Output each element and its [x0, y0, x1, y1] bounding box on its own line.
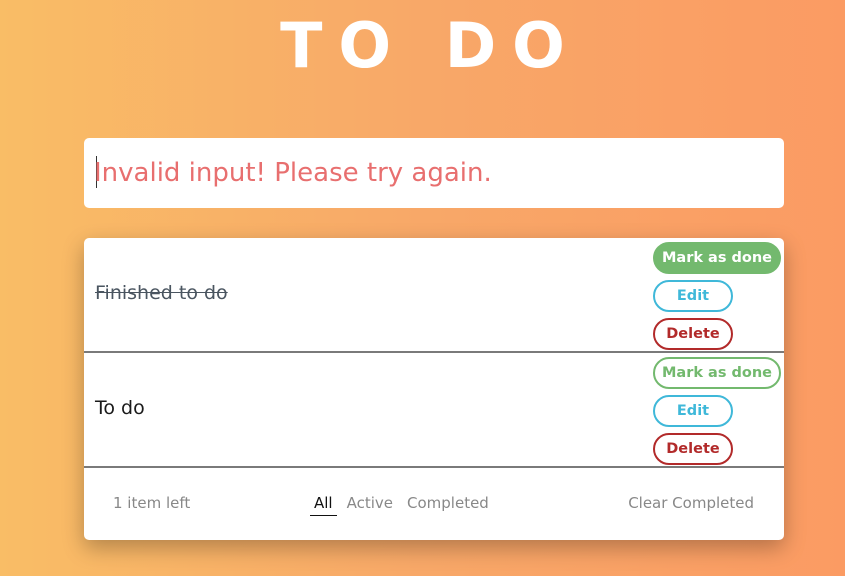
filter-group: All Active Completed: [310, 494, 493, 516]
edit-button[interactable]: Edit: [653, 280, 733, 312]
todo-input-container: [84, 138, 784, 208]
filter-completed[interactable]: Completed: [403, 494, 493, 516]
filter-active[interactable]: Active: [343, 494, 397, 516]
delete-button[interactable]: Delete: [653, 318, 733, 350]
mark-as-done-button[interactable]: Mark as done: [653, 242, 781, 274]
todo-footer: 1 item left All Active Completed Clear C…: [84, 470, 784, 540]
todo-input[interactable]: [94, 138, 774, 208]
mark-as-done-button[interactable]: Mark as done: [653, 357, 781, 389]
items-left-count: 1 item left: [113, 494, 191, 512]
app-title: TO DO: [280, 9, 581, 82]
edit-button[interactable]: Edit: [653, 395, 733, 427]
todo-item: Finished to do Mark as done Edit Delete: [84, 238, 784, 353]
filter-all[interactable]: All: [310, 494, 337, 516]
todo-list: Finished to do Mark as done Edit Delete …: [84, 238, 784, 540]
todo-item: To do Mark as done Edit Delete: [84, 353, 784, 468]
todo-item-text: Finished to do: [95, 282, 228, 304]
todo-item-text: To do: [95, 397, 145, 419]
clear-completed-button[interactable]: Clear Completed: [628, 494, 754, 512]
delete-button[interactable]: Delete: [653, 433, 733, 465]
